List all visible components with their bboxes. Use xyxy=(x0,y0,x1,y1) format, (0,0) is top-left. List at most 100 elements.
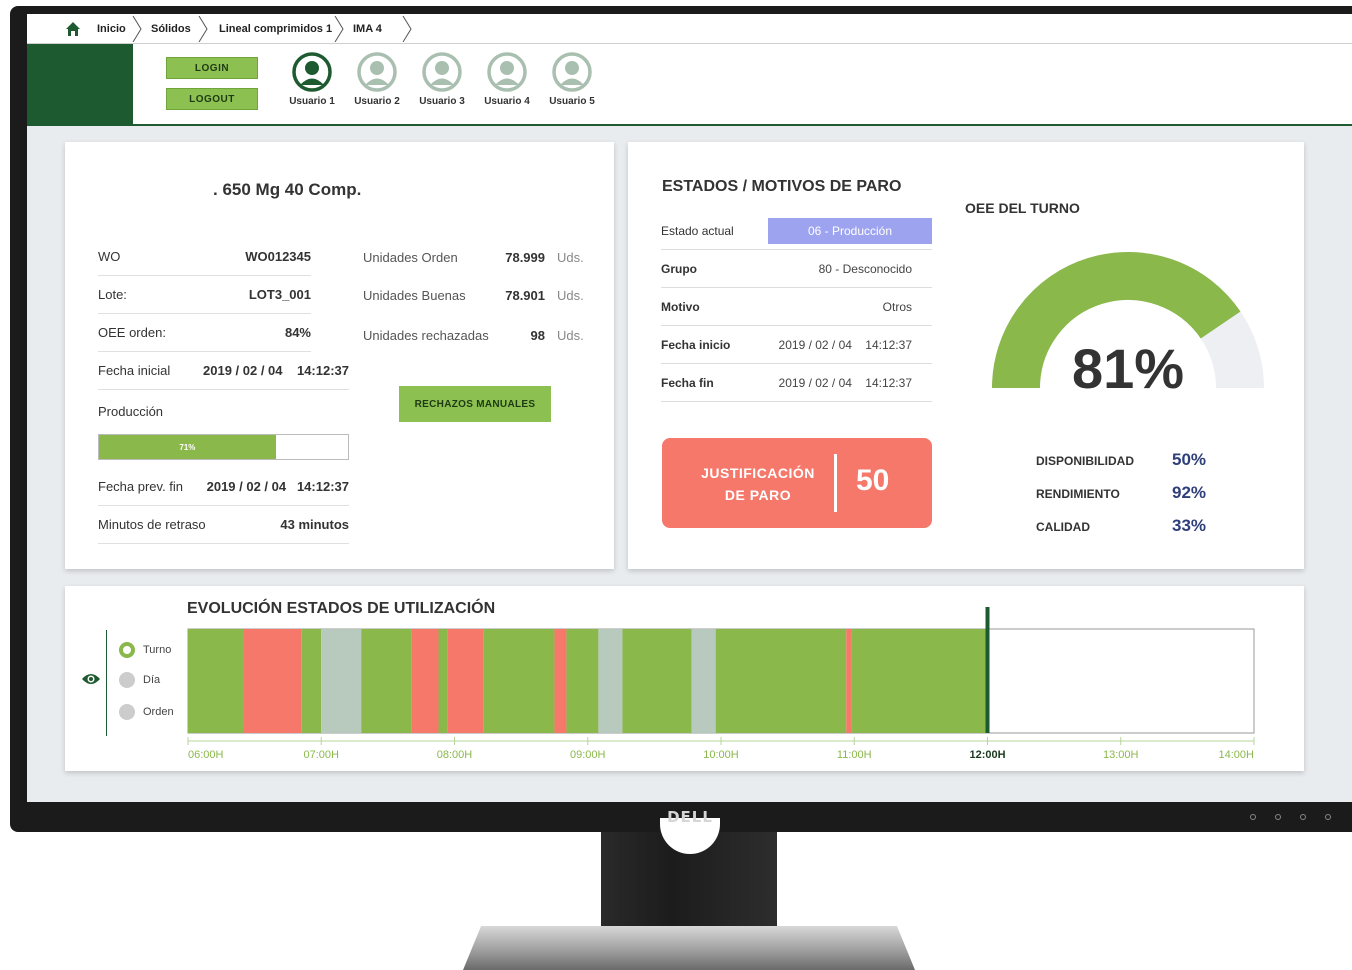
chevron-right-icon xyxy=(198,16,208,42)
estados-paro-title: ESTADOS / MOTIVOS DE PARO xyxy=(662,178,902,195)
fecha-inicial-label: Fecha inicial xyxy=(98,363,171,378)
motivo-value: Otros xyxy=(882,299,912,314)
chevron-right-icon xyxy=(132,16,142,42)
unidades-rechazadas-label: Unidades rechazadas xyxy=(363,327,489,343)
bezel-button xyxy=(1300,814,1306,820)
rendimiento-label: RENDIMIENTO xyxy=(1036,487,1120,501)
user-avatar-icon xyxy=(487,52,527,92)
user-avatar-icon xyxy=(552,52,592,92)
timeline-segment-paro xyxy=(447,629,484,733)
oee-gauge-value: 81% xyxy=(1072,337,1184,400)
breadcrumb-item-lineal[interactable]: Lineal comprimidos 1 xyxy=(219,14,332,44)
unidades-buenas-unit: Uds. xyxy=(557,287,584,303)
fecha-prev-value: 2019 / 02 / 04 14:12:37 xyxy=(206,479,349,494)
home-icon[interactable] xyxy=(65,21,81,37)
user-2[interactable]: Usuario 2 xyxy=(345,52,409,107)
fecha-fin-row: Fecha fin 2019 / 02 / 04 14:12:37 xyxy=(661,364,932,402)
user-5[interactable]: Usuario 5 xyxy=(540,52,604,107)
disponibilidad-label: DISPONIBILIDAD xyxy=(1036,454,1135,468)
unidades-orden-row: Unidades Orden 78.999 Uds. xyxy=(363,238,584,276)
user-label: Usuario 1 xyxy=(289,96,335,107)
unidades-orden-value: 78.999 xyxy=(505,249,545,265)
oee-orden-row: OEE orden: 84% xyxy=(98,314,311,352)
retraso-row: Minutos de retraso 43 minutos xyxy=(98,506,349,544)
user-avatar-icon xyxy=(357,52,397,92)
timeline-segment-produccion xyxy=(361,629,412,733)
bezel-button xyxy=(1275,814,1281,820)
justificacion-paro-button[interactable]: JUSTIFICACIÓN DE PARO 50 xyxy=(662,438,932,528)
chevron-right-icon xyxy=(402,16,412,42)
fecha-fin-label: Fecha fin xyxy=(661,375,714,390)
grupo-row: Grupo 80 - Desconocido xyxy=(661,250,932,288)
timeline-tick-label: 11:00H xyxy=(837,749,872,761)
user-4[interactable]: Usuario 4 xyxy=(475,52,539,107)
estado-actual-label: Estado actual xyxy=(661,223,734,238)
oee-orden-label: OEE orden: xyxy=(98,325,166,340)
grupo-label: Grupo xyxy=(661,261,697,276)
estado-actual-row: Estado actual 06 - Producción xyxy=(661,212,932,250)
justificacion-line-1: JUSTIFICACIÓN xyxy=(701,465,815,481)
timeline-segment-paro xyxy=(411,629,439,733)
timeline-tick-label: 07:00H xyxy=(304,749,340,761)
oee-gauge: 81% xyxy=(992,252,1264,400)
user-avatar-icon xyxy=(292,52,332,92)
retraso-label: Minutos de retraso xyxy=(98,517,206,532)
fecha-inicial-value: 2019 / 02 / 04 14:12:37 xyxy=(203,363,349,378)
unidades-orden-label: Unidades Orden xyxy=(363,249,458,265)
user-3[interactable]: Usuario 3 xyxy=(410,52,474,107)
justificacion-paro-label: JUSTIFICACIÓN DE PARO xyxy=(662,462,854,506)
timeline-segment-paro xyxy=(846,629,852,733)
oee-orden-value: 84% xyxy=(284,325,311,340)
timeline-segment-produccion xyxy=(483,629,555,733)
timeline-segment-otro xyxy=(598,629,623,733)
monitor-base xyxy=(463,926,915,970)
logout-button[interactable]: LOGOUT xyxy=(166,88,258,110)
grupo-value: 80 - Desconocido xyxy=(818,261,912,276)
fecha-prev-row: Fecha prev. fin 2019 / 02 / 04 14:12:37 xyxy=(98,468,349,506)
timeline-segment-produccion xyxy=(188,629,244,733)
fecha-inicio-value: 2019 / 02 / 04 14:12:37 xyxy=(778,337,912,352)
produccion-progress-fill: 71% xyxy=(99,435,276,459)
lote-row: Lote: LOT3_001 xyxy=(98,276,311,314)
breadcrumb: Inicio Sólidos Lineal comprimidos 1 IMA … xyxy=(27,14,1352,44)
timeline-tick-label: 09:00H xyxy=(570,749,606,761)
motivo-row: Motivo Otros xyxy=(661,288,932,326)
produccion-row: Producción xyxy=(98,392,349,430)
wo-label: WO xyxy=(98,249,121,264)
timeline-segment-produccion xyxy=(301,629,322,733)
motivo-label: Motivo xyxy=(661,299,700,314)
breadcrumb-item-inicio[interactable]: Inicio xyxy=(97,14,126,44)
user-avatar-icon xyxy=(422,52,462,92)
timeline-segment-otro xyxy=(691,629,716,733)
fecha-fin-value: 2019 / 02 / 04 14:12:37 xyxy=(778,375,912,390)
fecha-inicio-label: Fecha inicio xyxy=(661,337,731,352)
timeline-segment-produccion xyxy=(622,629,692,733)
retraso-value: 43 minutos xyxy=(280,517,349,532)
unidades-rechazadas-row: Unidades rechazadas 98 Uds. xyxy=(363,316,584,354)
rendimiento-value: 92% xyxy=(1172,483,1207,502)
breadcrumb-item-solidos[interactable]: Sólidos xyxy=(151,14,191,44)
produccion-label: Producción xyxy=(98,403,164,419)
screen: Inicio Sólidos Lineal comprimidos 1 IMA … xyxy=(27,14,1352,802)
user-label: Usuario 3 xyxy=(419,96,465,107)
user-label: Usuario 4 xyxy=(484,96,530,107)
timeline-tick-label: 13:00H xyxy=(1103,749,1139,761)
estado-actual-badge: 06 - Producción xyxy=(768,217,932,244)
header: LOGIN LOGOUT Usuario 1 Usuario 2 Usuario 3… xyxy=(27,44,1352,126)
utilizacion-timeline: 06:00H 07:00H 08:00H 09:00H 10:00H 11:00H 12:0… xyxy=(187,607,1255,761)
login-button[interactable]: LOGIN xyxy=(166,57,258,79)
user-label: Usuario 5 xyxy=(549,96,595,107)
fecha-prev-label: Fecha prev. fin xyxy=(98,479,184,494)
fecha-inicial-row: Fecha inicial 2019 / 02 / 04 14:12:37 xyxy=(98,352,349,390)
lote-label: Lote: xyxy=(98,287,127,302)
rechazos-manuales-button[interactable]: RECHAZOS MANUALES xyxy=(399,386,551,422)
unidades-rechazadas-unit: Uds. xyxy=(557,327,584,343)
breadcrumb-item-ima4[interactable]: IMA 4 xyxy=(353,14,382,44)
unidades-buenas-value: 78.901 xyxy=(505,287,545,303)
timeline-tick-label: 14:00H xyxy=(1219,749,1255,761)
fecha-inicio-row: Fecha inicio 2019 / 02 / 04 14:12:37 xyxy=(661,326,932,364)
timeline-tick-label: 08:00H xyxy=(437,749,473,761)
user-1[interactable]: Usuario 1 xyxy=(280,52,344,107)
estados-paro-card: ESTADOS / MOTIVOS DE PARO Estado actual … xyxy=(628,142,1304,569)
logo-block xyxy=(27,44,133,126)
